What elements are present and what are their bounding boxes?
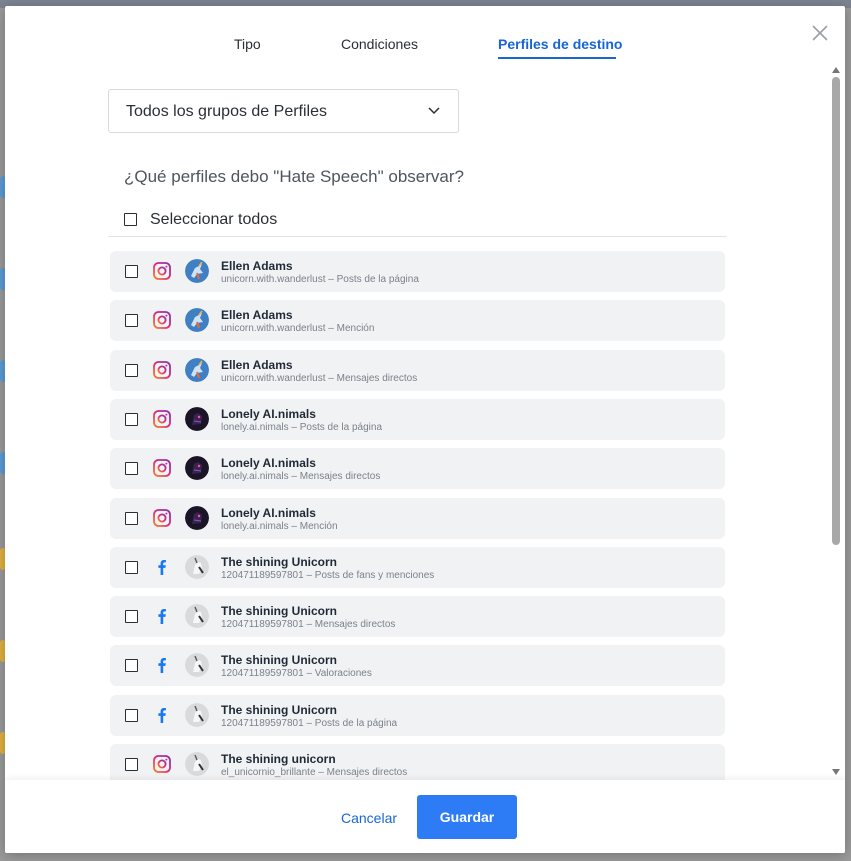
facebook-icon xyxy=(152,655,172,675)
instagram-icon xyxy=(152,754,172,774)
profile-avatar xyxy=(185,702,209,727)
profile-checkbox[interactable] xyxy=(125,708,138,722)
profile-name: Ellen Adams xyxy=(221,357,293,372)
tab-perfiles-de-destino[interactable]: Perfiles de destino xyxy=(498,36,622,52)
profile-avatar xyxy=(185,308,209,333)
scroll-up-arrow[interactable] xyxy=(832,67,840,73)
save-button[interactable]: Guardar xyxy=(417,795,517,839)
profile-name: The shining Unicorn xyxy=(221,653,337,668)
profile-checkbox[interactable] xyxy=(125,610,138,624)
target-profiles-dialog: Tipo Condiciones Perfiles de destino Tod… xyxy=(5,6,845,853)
profile-name: The shining Unicorn xyxy=(221,604,337,619)
profile-subtitle: unicorn.with.wanderlust – Mención xyxy=(221,323,375,335)
profile-avatar xyxy=(185,259,209,283)
profile-subtitle: 120471189597801 – Posts de fans y mencio… xyxy=(221,569,435,581)
profile-row[interactable]: The shining Unicorn 120471189597801 – Men… xyxy=(110,596,725,638)
profile-subtitle: unicorn.with.wanderlust – Posts de la pá… xyxy=(221,274,419,285)
profile-subtitle: 120471189597801 – Valoraciones xyxy=(221,668,372,680)
tab-bar: Tipo Condiciones Perfiles de destino xyxy=(5,6,845,62)
profile-avatar xyxy=(185,752,209,776)
profile-row[interactable]: Ellen Adams unicorn.with.wanderlust – Men… xyxy=(110,349,725,391)
profile-name: The shining unicorn xyxy=(221,752,336,766)
profile-subtitle: lonely.ai.nimals – Posts de la página xyxy=(221,421,383,433)
select-all-checkbox[interactable] xyxy=(124,213,137,226)
profile-name: Lonely AI.nimals xyxy=(221,505,316,520)
scrollbar[interactable] xyxy=(829,64,843,778)
profile-checkbox[interactable] xyxy=(125,363,138,377)
profile-checkbox[interactable] xyxy=(125,758,138,771)
instagram-icon xyxy=(152,409,172,429)
dialog-footer: Cancelar Guardar xyxy=(5,780,845,853)
profile-row[interactable]: Lonely AI.nimals lonely.ai.nimals – Mensa… xyxy=(110,448,725,490)
instagram-icon xyxy=(152,458,172,478)
profile-name: Ellen Adams xyxy=(221,259,293,273)
profile-avatar xyxy=(185,554,209,579)
profile-checkbox[interactable] xyxy=(125,314,138,328)
profile-row[interactable]: The shining Unicorn 120471189597801 – Val… xyxy=(110,645,725,687)
profile-avatar xyxy=(185,653,209,678)
profile-subtitle: el_unicornio_brillante – Mensajes direct… xyxy=(221,767,408,778)
profile-name: The shining Unicorn xyxy=(221,702,337,717)
profile-row[interactable]: The shining unicorn el_unicornio_brillant… xyxy=(110,744,725,780)
profile-avatar xyxy=(185,456,209,481)
profile-name: Lonely AI.nimals xyxy=(221,406,316,421)
instagram-icon xyxy=(152,310,172,330)
profile-checkbox[interactable] xyxy=(125,265,138,278)
close-icon xyxy=(812,25,828,41)
profile-row[interactable]: Lonely AI.nimals lonely.ai.nimals – Menci… xyxy=(110,497,725,539)
profile-checkbox[interactable] xyxy=(125,560,138,574)
chevron-down-icon xyxy=(428,107,440,115)
profile-group-selected: Todos los grupos de Perfiles xyxy=(126,103,327,120)
facebook-icon xyxy=(152,705,172,725)
cancel-button[interactable]: Cancelar xyxy=(341,810,397,826)
close-button[interactable] xyxy=(809,22,831,44)
tab-tipo[interactable]: Tipo xyxy=(234,36,261,52)
profile-checkbox[interactable] xyxy=(125,462,138,476)
profile-checkbox[interactable] xyxy=(125,511,138,525)
profile-avatar xyxy=(185,406,209,431)
dialog-content: Todos los grupos de Perfiles ¿Qué perfil… xyxy=(5,62,845,780)
profile-row[interactable]: The shining Unicorn 120471189597801 – Pos… xyxy=(110,546,725,588)
facebook-icon xyxy=(152,557,172,577)
question-text: ¿Qué perfiles debo "Hate Speech" observa… xyxy=(124,167,464,186)
profile-subtitle: lonely.ai.nimals – Mención xyxy=(221,520,338,532)
profile-checkbox[interactable] xyxy=(125,659,138,673)
divider xyxy=(108,236,727,237)
profile-avatar xyxy=(185,604,209,629)
profile-avatar xyxy=(185,357,209,382)
tab-condiciones[interactable]: Condiciones xyxy=(341,36,418,52)
profile-subtitle: lonely.ai.nimals – Mensajes directos xyxy=(221,471,381,483)
profile-subtitle: 120471189597801 – Mensajes directos xyxy=(221,619,396,631)
profile-row[interactable]: Ellen Adams unicorn.with.wanderlust – Men… xyxy=(110,300,725,342)
profile-name: The shining Unicorn xyxy=(221,554,337,569)
active-tab-indicator xyxy=(498,57,616,59)
profile-avatar xyxy=(185,505,209,530)
instagram-icon xyxy=(152,360,172,380)
profile-subtitle: 120471189597801 – Posts de la página xyxy=(221,717,398,729)
profile-name: Ellen Adams xyxy=(221,308,293,323)
profile-checkbox[interactable] xyxy=(125,412,138,426)
profile-group-select[interactable]: Todos los grupos de Perfiles xyxy=(108,89,459,133)
profile-subtitle: unicorn.with.wanderlust – Mensajes direc… xyxy=(221,372,418,384)
facebook-icon xyxy=(152,606,172,626)
scroll-down-arrow[interactable] xyxy=(832,769,840,775)
profile-row[interactable]: Ellen Adams unicorn.with.wanderlust – Pos… xyxy=(110,251,725,292)
profile-name: Lonely AI.nimals xyxy=(221,456,316,471)
select-all-label: Seleccionar todos xyxy=(150,211,278,228)
scroll-thumb[interactable] xyxy=(832,77,840,545)
profile-row[interactable]: The shining Unicorn 120471189597801 – Pos… xyxy=(110,694,725,736)
profile-row[interactable]: Lonely AI.nimals lonely.ai.nimals – Posts… xyxy=(110,398,725,440)
instagram-icon xyxy=(152,261,172,281)
instagram-icon xyxy=(152,508,172,528)
